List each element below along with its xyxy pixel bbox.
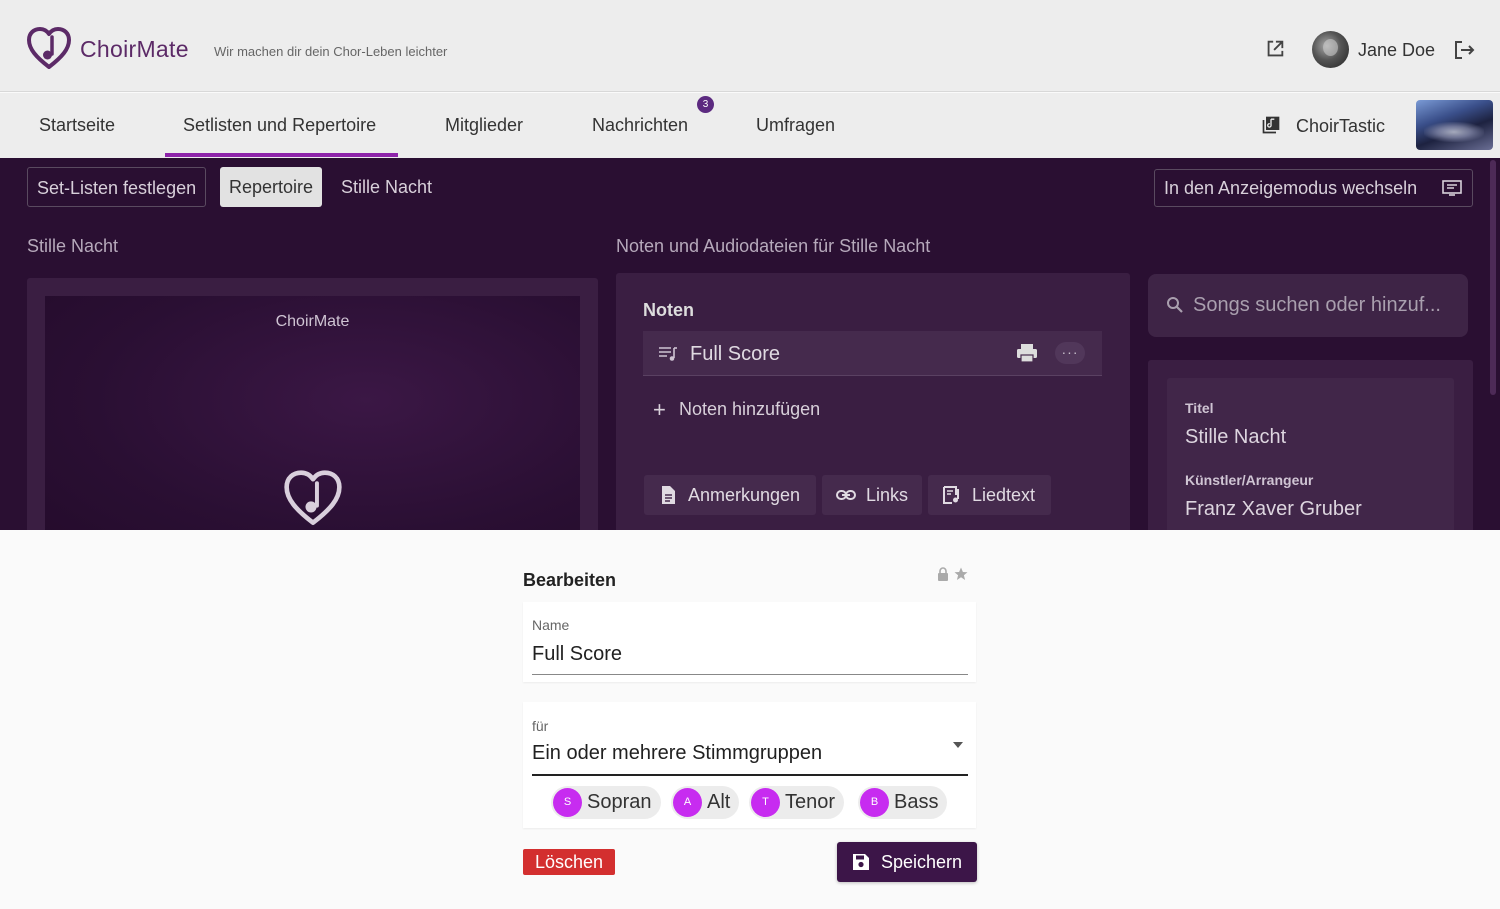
chip-label: Sopran [587,791,652,813]
title-label: Titel [1185,400,1214,416]
subtab-song[interactable]: Stille Nacht [332,167,441,207]
name-input[interactable] [532,640,968,668]
lyrics-label: Liedtext [972,485,1036,505]
heart-note-icon [284,470,342,526]
name-underline [532,674,968,675]
lyrics-button[interactable]: Liedtext [928,475,1051,515]
song-search[interactable] [1148,274,1468,337]
main-content: Set-Listen festlegen Repertoire Stille N… [0,158,1500,530]
display-mode-button[interactable]: In den Anzeigemodus wechseln [1154,169,1473,207]
add-noten-label: Noten hinzufügen [679,399,821,419]
plus-icon: + [653,397,666,422]
app-header: ChoirMate Wir machen dir dein Chor-Leben… [0,0,1500,92]
score-name: Full Score [690,343,781,365]
document-icon [662,486,675,504]
links-label: Links [866,485,909,505]
files-heading: Noten und Audiodateien für Stille Nacht [616,236,931,256]
notes-button[interactable]: Anmerkungen [644,475,816,515]
song-info-card: Titel Stille Nacht Künstler/Arrangeur Fr… [1148,360,1473,530]
display-mode-icon [1442,180,1462,196]
library-icon[interactable] [1261,115,1281,135]
subtab-repertoire[interactable]: Repertoire [220,167,323,207]
sheet-music-icon [659,347,677,361]
edit-heading: Bearbeiten [523,570,617,590]
voice-group-field: für Ein oder mehrere Stimmgruppen S Sopr… [523,702,976,828]
search-icon [1167,297,1183,313]
link-icon [836,490,856,500]
chip-avatar: S [553,788,582,817]
lyrics-icon [943,486,959,504]
active-tab-indicator [165,153,398,157]
delete-button[interactable]: Löschen [523,849,615,875]
nav-item-members[interactable]: Mitglieder [445,115,523,136]
nav-item-setlists[interactable]: Setlisten und Repertoire [183,115,376,136]
page-scrollbar[interactable] [1490,160,1496,395]
display-mode-label: In den Anzeigemodus wechseln [1164,178,1418,198]
name-field: Name [523,602,976,682]
preview-title: ChoirMate [275,313,350,330]
noten-heading: Noten [643,300,694,320]
nav-item-surveys[interactable]: Umfragen [756,115,835,136]
voice-chip-bass[interactable]: B Bass [858,786,948,819]
brand-tagline: Wir machen dir dein Chor-Leben leichter [214,44,448,59]
choir-name[interactable]: ChoirTastic [1296,116,1385,137]
chip-avatar: T [751,788,780,817]
save-label: Speichern [881,852,963,872]
printer-icon[interactable] [1016,343,1038,363]
name-label: Name [532,617,570,633]
song-preview[interactable]: ChoirMate [45,296,580,530]
chip-label: Bass [894,791,939,813]
nav-item-home[interactable]: Startseite [39,115,115,136]
title-value: Stille Nacht [1185,426,1287,448]
chip-avatar: A [673,788,702,817]
song-title-heading: Stille Nacht [27,236,119,256]
score-list-item[interactable]: Full Score ··· [643,331,1102,376]
save-button[interactable]: Speichern [837,842,977,882]
files-card: Noten Full Score ··· + Noten hinzufügen [616,273,1130,530]
preview-card: ChoirMate [27,278,598,530]
user-avatar[interactable] [1312,31,1349,68]
dropdown-arrow-icon[interactable] [953,742,963,748]
voice-group-select[interactable]: Ein oder mehrere Stimmgruppen [532,742,822,765]
voice-chip-alto[interactable]: A Alt [671,786,740,819]
links-button[interactable]: Links [822,475,922,515]
external-link-icon[interactable] [1264,38,1286,60]
artist-label: Künstler/Arrangeur [1185,472,1314,488]
lock-icon[interactable] [937,567,949,581]
brand-name: ChoirMate [80,36,189,62]
search-input[interactable] [1193,290,1458,320]
floppy-disk-icon [853,854,869,870]
voice-chip-tenor[interactable]: T Tenor [749,786,845,819]
chip-label: Alt [707,791,731,813]
artist-value: Franz Xaver Gruber [1185,498,1362,520]
choir-image[interactable] [1416,100,1493,150]
chip-avatar: B [860,788,889,817]
more-options-button[interactable]: ··· [1055,342,1085,364]
user-name[interactable]: Jane Doe [1358,40,1435,61]
for-label: für [532,718,549,734]
subtab-setlists[interactable]: Set-Listen festlegen [27,167,207,207]
star-icon[interactable] [954,567,968,581]
messages-badge: 3 [697,96,714,113]
notes-label: Anmerkungen [688,485,801,505]
song-info: Titel Stille Nacht Künstler/Arrangeur Fr… [1167,378,1454,530]
voice-group-underline [532,774,968,776]
logout-icon[interactable] [1452,38,1476,62]
voice-chip-soprano[interactable]: S Sopran [551,786,661,819]
add-noten-button[interactable]: + Noten hinzufügen [653,397,820,423]
chip-label: Tenor [785,791,836,813]
choirmate-logo-icon[interactable] [26,27,72,71]
nav-item-messages[interactable]: Nachrichten [592,115,688,136]
